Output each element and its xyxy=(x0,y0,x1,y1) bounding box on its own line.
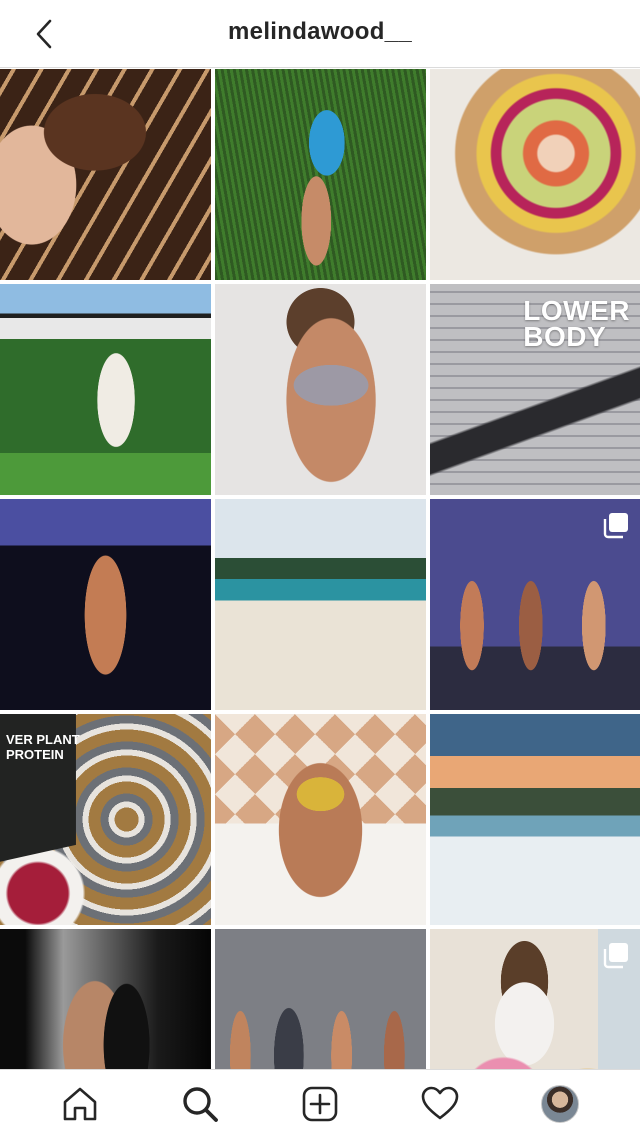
multiple-photos-icon xyxy=(603,513,628,539)
search-icon xyxy=(183,1087,218,1122)
tab-profile[interactable] xyxy=(532,1076,588,1132)
post-tile-black-bodysuit[interactable] xyxy=(0,929,211,1069)
top-header: melindawood__ xyxy=(0,0,640,68)
tab-search[interactable] xyxy=(172,1076,228,1132)
heart-icon xyxy=(421,1086,459,1120)
post-tile-award-ceremony[interactable] xyxy=(215,929,426,1069)
home-icon xyxy=(63,1087,97,1121)
post-tile-beach-handstand[interactable] xyxy=(215,499,426,710)
tab-home[interactable] xyxy=(52,1076,108,1132)
post-tile-garden-outfit[interactable] xyxy=(0,284,211,495)
post-tile-competition-lineup[interactable] xyxy=(430,499,640,710)
post-tile-poke-bowl[interactable] xyxy=(430,69,640,280)
avatar xyxy=(541,1085,579,1123)
tab-activity[interactable] xyxy=(412,1076,468,1132)
plus-square-icon xyxy=(302,1086,338,1122)
post-tile-cafe-meal[interactable] xyxy=(430,929,640,1069)
profile-username-title: melindawood__ xyxy=(228,18,412,45)
post-tile-yellow-bikini[interactable] xyxy=(215,714,426,925)
post-tile-cookie-bar[interactable] xyxy=(0,69,211,280)
post-tile-sunset-beach[interactable] xyxy=(430,714,640,925)
post-tile-blue-swimsuit[interactable] xyxy=(215,69,426,280)
posts-grid: LOWER BODY VER PLANT PROTEIN xyxy=(0,69,640,1069)
bottom-tab-bar xyxy=(0,1069,640,1138)
post-tile-stage-pose[interactable] xyxy=(0,499,211,710)
lower-body-caption: LOWER BODY xyxy=(523,295,630,352)
tab-new-post[interactable] xyxy=(292,1076,348,1132)
post-tile-grey-bikini[interactable] xyxy=(215,284,426,495)
post-tile-lower-body[interactable]: LOWER BODY xyxy=(430,284,640,495)
post-tile-protein-muffins[interactable]: VER PLANT PROTEIN xyxy=(0,714,211,925)
protein-pack-label: VER PLANT PROTEIN xyxy=(6,732,80,762)
multiple-photos-icon xyxy=(603,943,628,969)
